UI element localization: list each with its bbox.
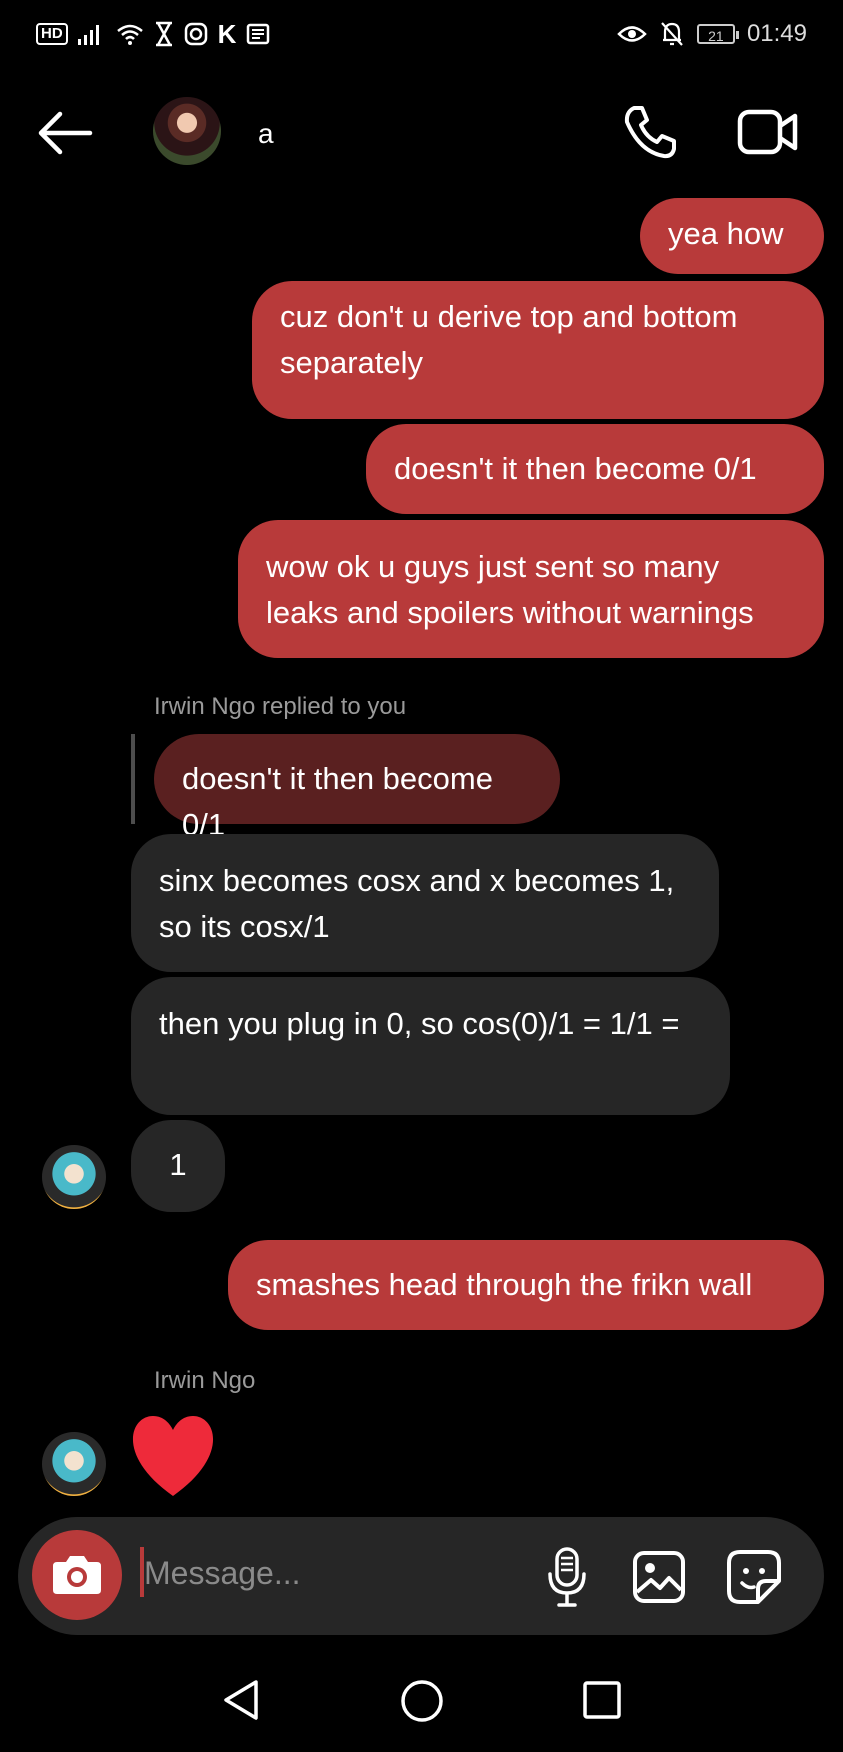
- quoted-message[interactable]: doesn't it then become 0/1: [154, 734, 560, 842]
- outgoing-message[interactable]: wow ok u guys just sent so many leaks an…: [238, 520, 824, 658]
- nav-recents-icon[interactable]: [582, 1680, 622, 1720]
- contact-avatar[interactable]: [153, 97, 221, 165]
- outgoing-message[interactable]: doesn't it then become 0/1: [366, 424, 824, 514]
- outgoing-message[interactable]: yea how: [640, 198, 824, 274]
- sticker-icon[interactable]: [726, 1549, 782, 1605]
- bell-muted-icon: [661, 22, 683, 46]
- sender-name: Irwin Ngo: [154, 1367, 256, 1394]
- contact-name[interactable]: a: [258, 118, 274, 150]
- message-input[interactable]: [140, 1548, 504, 1598]
- signal-icon: [77, 25, 99, 45]
- quote-bar: [131, 734, 135, 824]
- status-right-icons: 21 01:49: [617, 18, 807, 50]
- video-call-icon[interactable]: [737, 106, 799, 158]
- nav-back-icon[interactable]: [220, 1678, 264, 1722]
- sender-avatar[interactable]: [42, 1432, 106, 1496]
- reply-note: Irwin Ngo replied to you: [154, 693, 407, 720]
- back-arrow-icon[interactable]: [36, 108, 94, 158]
- sender-avatar[interactable]: [42, 1145, 106, 1209]
- status-left-icons: HD K: [36, 18, 270, 49]
- news-icon: [247, 23, 270, 45]
- battery-indicator: 21: [696, 24, 739, 44]
- incoming-message[interactable]: then you plug in 0, so cos(0)/1 = 1/1 =: [131, 977, 730, 1115]
- eye-icon: [617, 26, 647, 42]
- incoming-message[interactable]: sinx becomes cosx and x becomes 1, so it…: [131, 834, 719, 972]
- status-bar: HD K 21 01:49: [0, 0, 843, 68]
- clock: 01:49: [746, 20, 807, 47]
- phone-call-icon[interactable]: [622, 104, 678, 160]
- hourglass-icon: [155, 21, 172, 47]
- incoming-message[interactable]: 1: [131, 1120, 225, 1212]
- wifi-icon: [116, 24, 143, 45]
- nav-home-icon[interactable]: [399, 1678, 445, 1724]
- hd-badge: HD: [36, 23, 68, 45]
- camera-button[interactable]: [32, 1530, 122, 1620]
- microphone-icon[interactable]: [545, 1546, 589, 1608]
- outgoing-message[interactable]: smashes head through the frikn wall: [228, 1240, 824, 1330]
- outgoing-message[interactable]: cuz don't u derive top and bottom separa…: [252, 281, 824, 419]
- instagram-icon: [184, 22, 207, 46]
- k-app-icon: K: [217, 18, 237, 49]
- camera-icon: [53, 1556, 101, 1594]
- gallery-icon[interactable]: [632, 1550, 686, 1604]
- heart-reaction-icon[interactable]: [128, 1414, 218, 1498]
